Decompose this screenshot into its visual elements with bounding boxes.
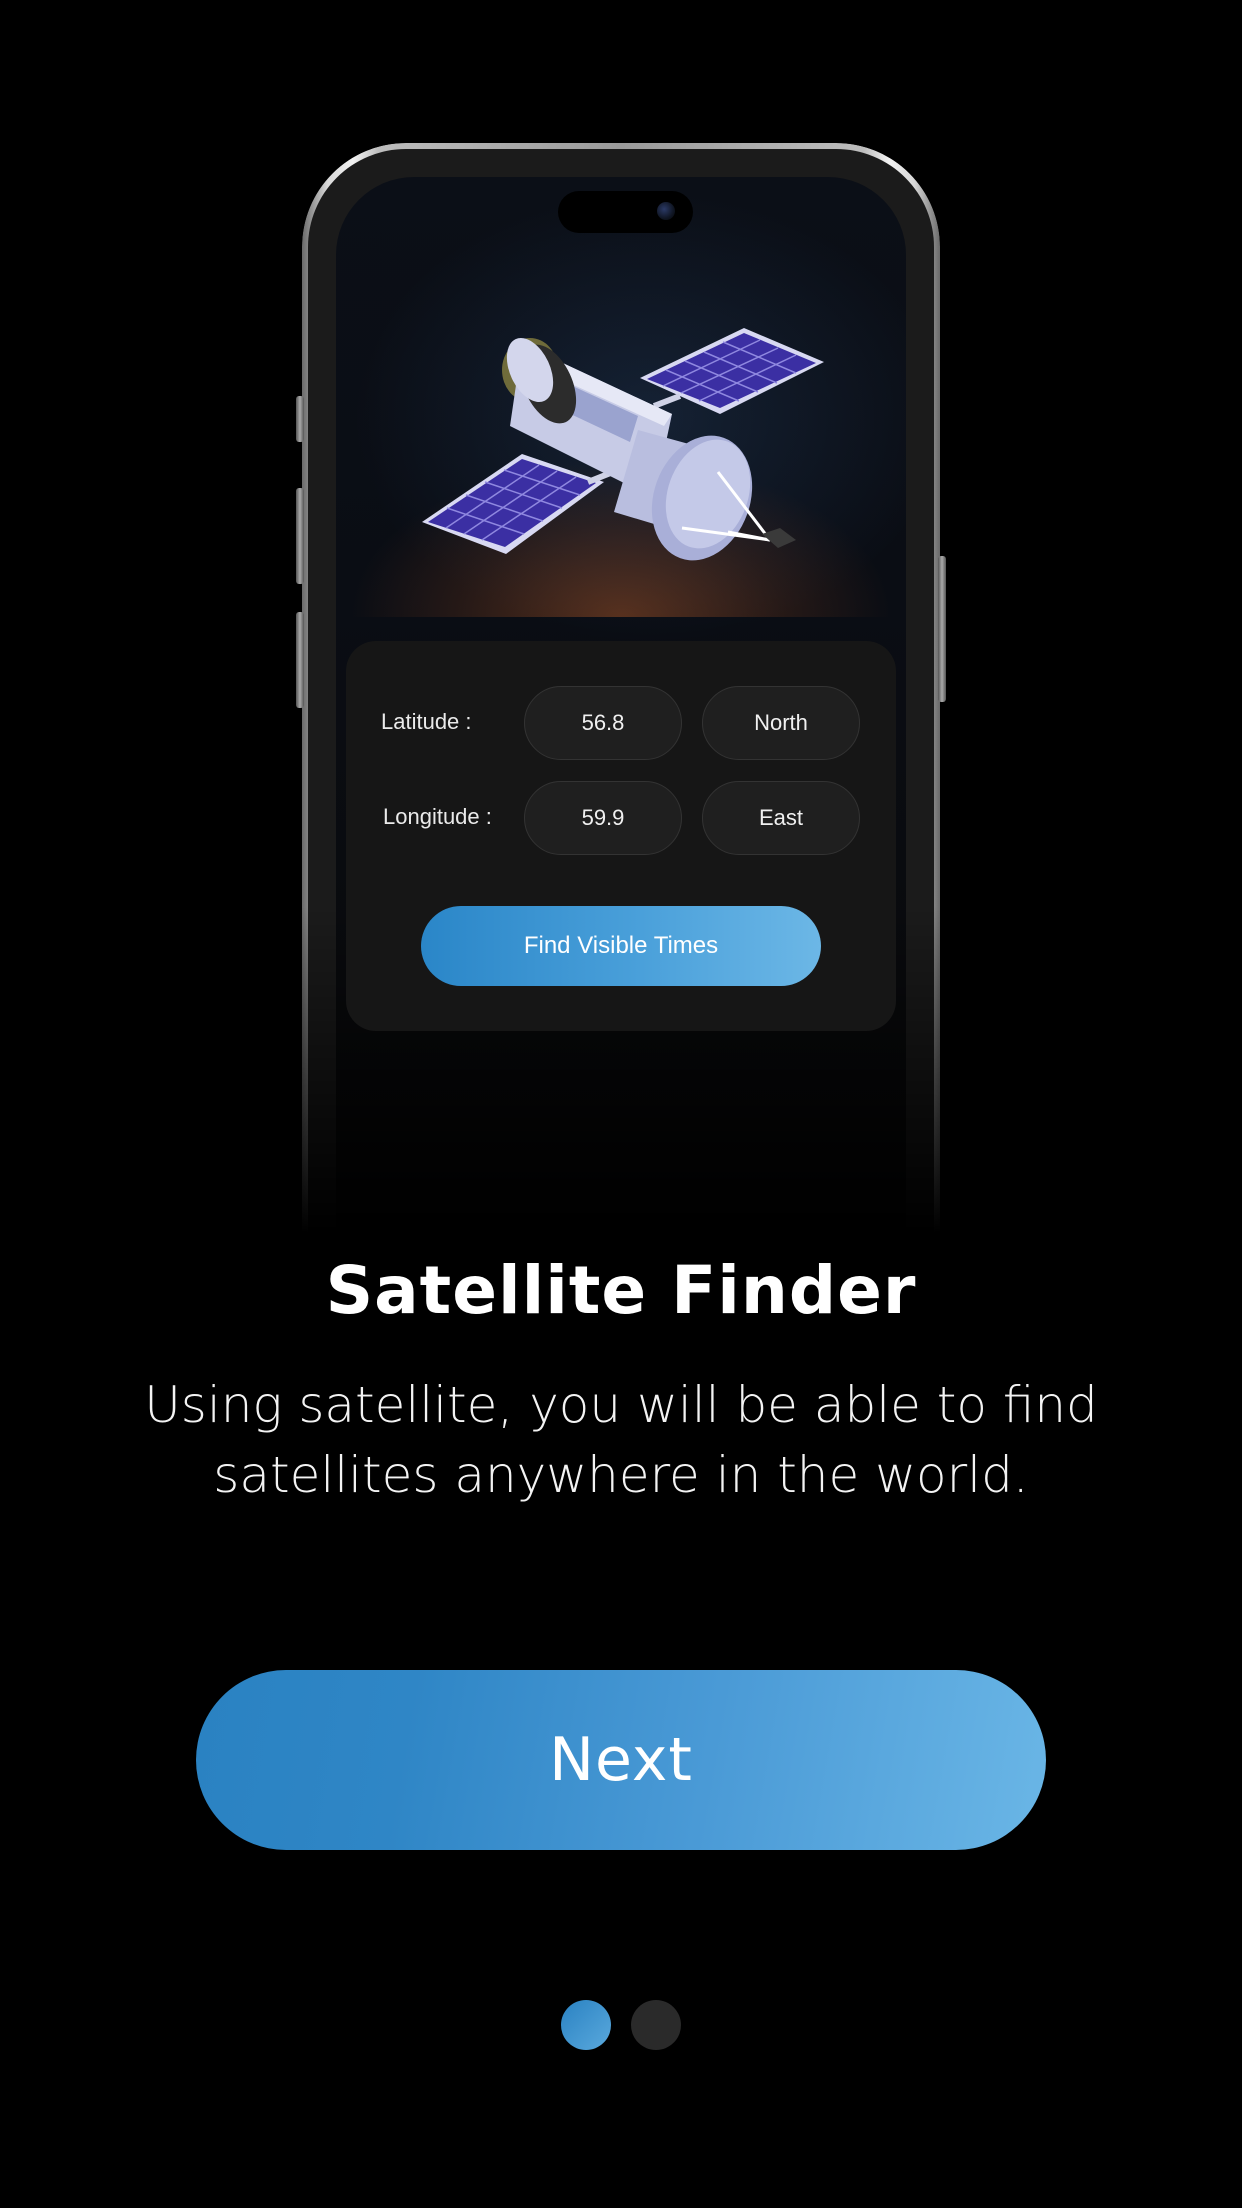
phone-side-button — [296, 612, 304, 708]
coordinate-form-card: Latitude : 56.8 North Longitude : 59.9 E… — [346, 641, 896, 1031]
next-button[interactable]: Next — [196, 1670, 1046, 1850]
page-description: Using satellite, you will be able to fin… — [144, 1376, 1098, 1504]
longitude-input[interactable]: 59.9 — [524, 781, 682, 855]
camera-icon — [657, 202, 675, 220]
longitude-direction-select[interactable]: East — [702, 781, 860, 855]
phone-side-button — [296, 488, 304, 584]
find-visible-times-button[interactable]: Find Visible Times — [421, 906, 821, 986]
latitude-input[interactable]: 56.8 — [524, 686, 682, 760]
solar-panel-left-icon — [422, 454, 604, 554]
page-title: Satellite Finder — [325, 1252, 917, 1329]
longitude-label: Longitude : — [383, 804, 492, 829]
latitude-label: Latitude : — [381, 709, 472, 734]
phone-side-button — [296, 396, 304, 442]
dynamic-island — [558, 191, 693, 233]
phone-side-button — [938, 556, 946, 702]
pager-dot-1[interactable] — [561, 2000, 611, 2050]
pager-dot-2[interactable] — [631, 2000, 681, 2050]
latitude-direction-select[interactable]: North — [702, 686, 860, 760]
satellite-icon — [422, 328, 824, 561]
